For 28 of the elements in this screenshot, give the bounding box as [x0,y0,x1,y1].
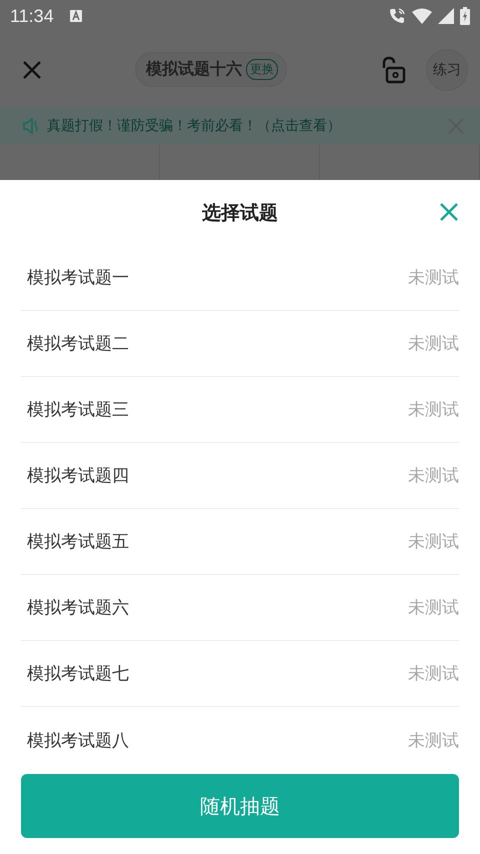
battery-icon [460,7,470,25]
exam-name[interactable]: 模拟考试题八 [27,728,129,752]
close-icon[interactable] [22,60,42,80]
exam-name[interactable]: 模拟考试题七 [27,662,129,685]
exam-name[interactable]: 模拟考试题一 [27,266,129,289]
exam-status: 未测试 [408,531,459,553]
close-icon[interactable] [439,202,459,222]
sheet-title: 选择试题 [202,200,278,226]
exam-status: 未测试 [408,465,459,487]
exam-status: 未测试 [408,597,459,619]
exam-name[interactable]: 模拟考试题二 [27,332,129,355]
notification-icon [70,10,82,22]
exam-status: 未测试 [408,730,459,752]
wifi-icon [412,8,432,24]
unlock-icon[interactable] [380,56,406,84]
exam-status: 未测试 [408,663,459,685]
exam-status: 未测试 [408,333,459,355]
exam-name[interactable]: 模拟考试题五 [27,530,129,553]
status-time: 11:34 [10,6,54,26]
exam-status: 未测试 [408,267,459,289]
exam-title: 模拟试题十六 [146,59,242,80]
speaker-icon [23,118,41,134]
signal-icon [438,8,454,24]
call-icon [388,7,406,25]
exam-status: 未测试 [408,399,459,421]
exam-name[interactable]: 模拟考试题六 [27,596,129,619]
exam-name[interactable]: 模拟考试题四 [27,464,129,487]
exam-name[interactable]: 模拟考试题三 [27,398,129,421]
